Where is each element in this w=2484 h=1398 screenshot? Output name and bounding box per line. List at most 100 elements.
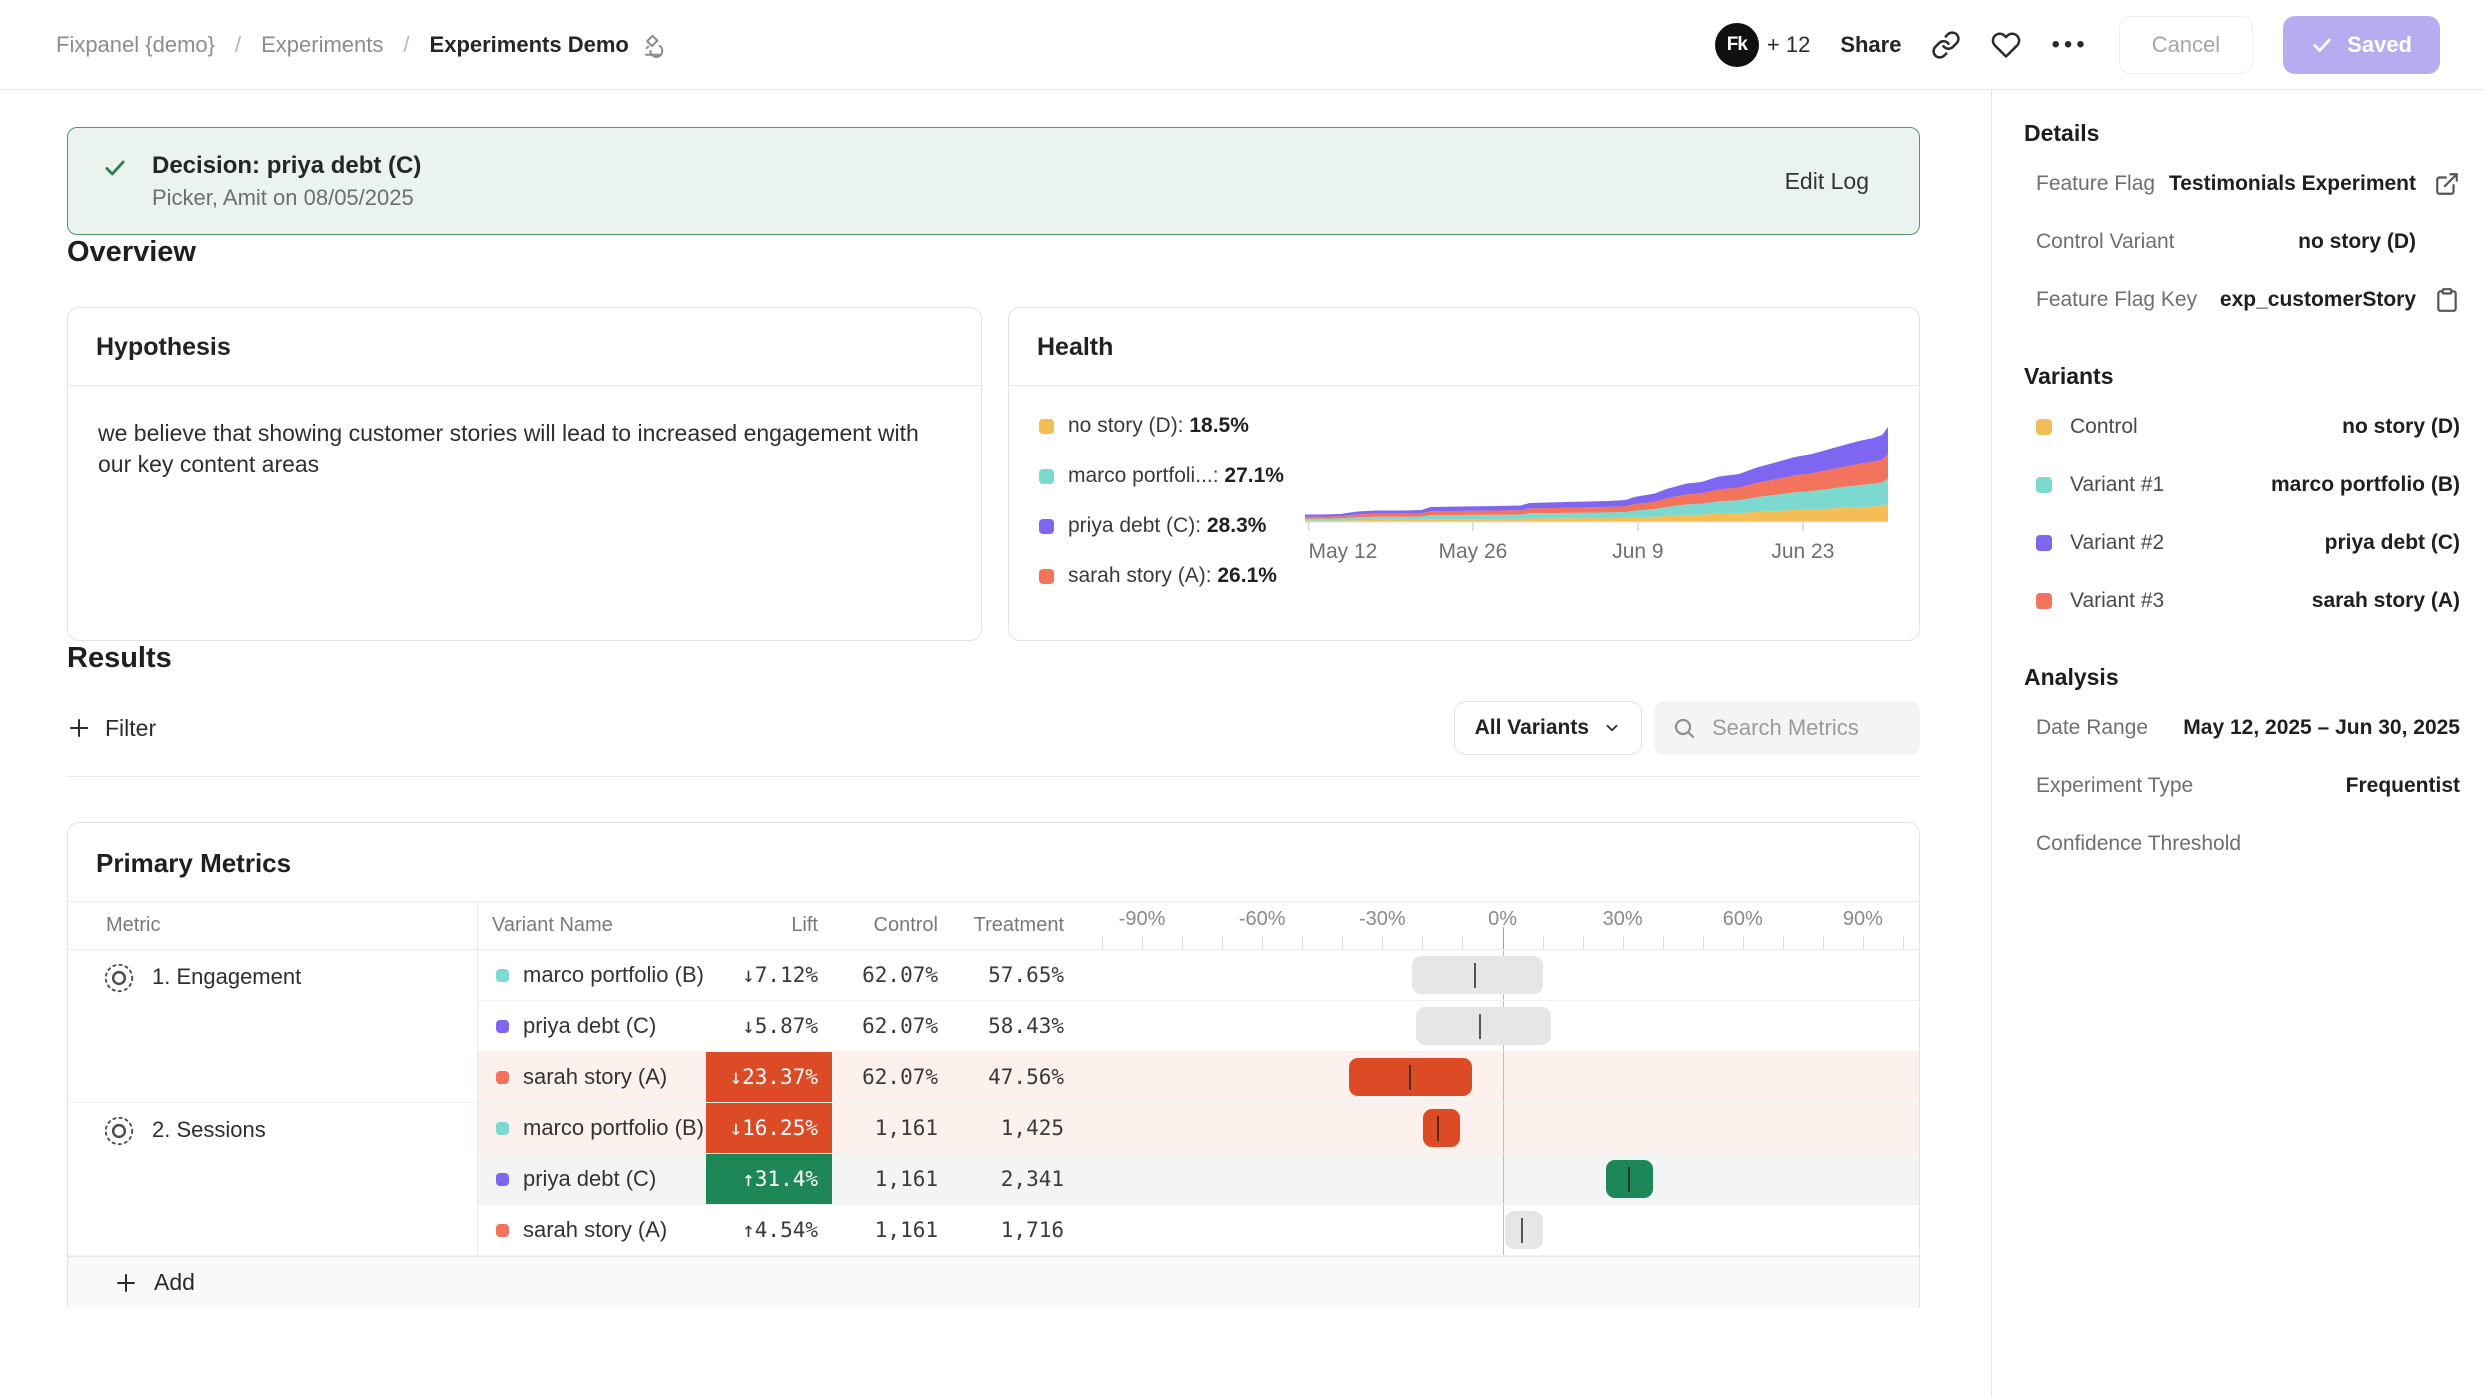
favorite-heart-icon[interactable] [1991, 30, 2021, 60]
variant-color-chip [496, 1122, 509, 1135]
variant-value: no story (D) [2342, 415, 2460, 439]
variant-value: marco portfolio (B) [2271, 473, 2460, 497]
share-button[interactable]: Share [1840, 32, 1901, 58]
zero-line [1503, 1205, 1504, 1255]
legend-swatch [1039, 519, 1054, 534]
breadcrumb-experiments[interactable]: Experiments [261, 32, 383, 58]
svg-text:May 12: May 12 [1309, 540, 1378, 563]
svg-text:Jun 23: Jun 23 [1771, 540, 1834, 563]
sidebar-section-details: Details Feature FlagTestimonials Experim… [2024, 120, 2460, 329]
control-value-cell: 1,161 [832, 1154, 952, 1205]
lift-point-tick [1474, 963, 1476, 988]
variant-name-cell[interactable]: priya debt (C) [478, 1001, 706, 1052]
variant-name-cell[interactable]: marco portfolio (B) [478, 950, 706, 1001]
confidence-interval-bar [1416, 1007, 1551, 1045]
lift-point-tick [1521, 1218, 1523, 1243]
legend-label: sarah story (A): 26.1% [1068, 564, 1277, 588]
analysis-value: May 12, 2025 – Jun 30, 2025 [2183, 716, 2460, 740]
analysis-label: Experiment Type [2036, 774, 2193, 798]
analysis-row: Experiment TypeFrequentist [2024, 757, 2460, 815]
legend-label: no story (D): 18.5% [1068, 414, 1249, 438]
variant-color-chip [496, 1020, 509, 1033]
health-area-chart: May 12May 26Jun 9Jun 23 [1305, 414, 1911, 614]
axis-tick-label: 60% [1723, 908, 1763, 931]
plus-icon [114, 1271, 138, 1295]
variant-name: priya debt (C) [523, 1166, 656, 1192]
axis-tick [1382, 936, 1383, 949]
axis-tick [1462, 936, 1463, 949]
axis-tick [1703, 936, 1704, 949]
confidence-interval-bar [1505, 1211, 1543, 1249]
more-options-icon[interactable]: ••• [2051, 31, 2088, 59]
decision-subtitle: Picker, Amit on 08/05/2025 [152, 183, 421, 213]
lift-point-tick [1437, 1116, 1439, 1141]
column-header-treatment: Treatment [952, 902, 1078, 950]
breadcrumb: Fixpanel {demo} / Experiments / Experime… [56, 32, 665, 58]
cancel-button[interactable]: Cancel [2119, 16, 2253, 74]
variant-name-cell[interactable]: sarah story (A) [478, 1052, 706, 1103]
variant-slot-label: Control [2070, 415, 2138, 439]
metrics-table: MetricVariant NameLiftControlTreatment-9… [68, 902, 1919, 1308]
metric-cell[interactable]: 1. Engagement [68, 950, 478, 1103]
svg-text:Jun 9: Jun 9 [1612, 540, 1663, 563]
axis-tick [1903, 936, 1904, 949]
decision-banner: Decision: priya debt (C) Picker, Amit on… [67, 127, 1920, 235]
variant-row: Control no story (D) [2024, 398, 2460, 456]
axis-tick [1863, 936, 1864, 949]
variant-color-chip [2036, 535, 2052, 551]
health-card: Health no story (D): 18.5%marco portfoli… [1008, 307, 1920, 641]
variants-heading: Variants [2024, 363, 2460, 390]
page-title: Experiments Demo [430, 32, 629, 58]
primary-metrics-card: Primary Metrics MetricVariant NameLiftCo… [67, 822, 1920, 1308]
analysis-label: Date Range [2036, 716, 2148, 740]
add-filter-button[interactable]: Filter [67, 715, 156, 742]
metric-name: 2. Sessions [152, 1114, 266, 1146]
variants-filter-dropdown[interactable]: All Variants [1454, 701, 1642, 755]
confidence-interval-cell [1078, 1052, 1919, 1103]
axis-tick [1623, 936, 1624, 949]
search-metrics-input[interactable] [1710, 714, 1900, 742]
external-link-icon[interactable] [2416, 171, 2460, 197]
variant-name: priya debt (C) [523, 1013, 656, 1039]
health-legend-item: marco portfoli...: 27.1% [1039, 464, 1305, 488]
axis-tick-label: -30% [1359, 908, 1406, 931]
variant-name-cell[interactable]: priya debt (C) [478, 1154, 706, 1205]
confidence-interval-cell [1078, 1154, 1919, 1205]
copy-link-icon[interactable] [1931, 30, 1961, 60]
details-heading: Details [2024, 120, 2460, 147]
variant-name: sarah story (A) [523, 1217, 667, 1243]
metric-name: 1. Engagement [152, 961, 301, 993]
avatar[interactable]: Fk [1715, 23, 1759, 67]
axis-tick-label: 90% [1843, 908, 1883, 931]
metric-cell[interactable]: 2. Sessions [68, 1103, 478, 1256]
divider [67, 776, 1920, 777]
variant-name-cell[interactable]: sarah story (A) [478, 1205, 706, 1256]
chevron-down-icon [1603, 719, 1621, 737]
variant-name: marco portfolio (B) [523, 1115, 704, 1141]
collaborators[interactable]: Fk + 12 [1715, 23, 1810, 67]
saved-button[interactable]: Saved [2283, 16, 2440, 74]
legend-label: marco portfoli...: 27.1% [1068, 464, 1284, 488]
treatment-value-cell: 1,425 [952, 1103, 1078, 1154]
add-metric-button[interactable]: Add [68, 1256, 1919, 1308]
variant-name: marco portfolio (B) [523, 962, 704, 988]
axis-tick [1743, 936, 1744, 949]
detail-label: Feature Flag Key [2036, 288, 2197, 312]
axis-tick-label: 30% [1603, 908, 1643, 931]
variant-value: sarah story (A) [2312, 589, 2460, 613]
clipboard-icon[interactable] [2416, 287, 2460, 313]
control-value-cell: 1,161 [832, 1103, 952, 1154]
breadcrumb-project[interactable]: Fixpanel {demo} [56, 32, 215, 58]
variant-name-cell[interactable]: marco portfolio (B) [478, 1103, 706, 1154]
details-sidebar: Details Feature FlagTestimonials Experim… [1992, 90, 2484, 1398]
lift-value-cell: ↓16.25% [706, 1103, 832, 1154]
decision-title: Decision: priya debt (C) [152, 149, 421, 183]
axis-tick [1663, 936, 1664, 949]
variant-color-chip [2036, 477, 2052, 493]
column-header-variant: Variant Name [478, 902, 706, 950]
hypothesis-card: Hypothesis we believe that showing custo… [67, 307, 982, 641]
edit-log-button[interactable]: Edit Log [1785, 168, 1869, 195]
confidence-interval-cell [1078, 1205, 1919, 1256]
control-value-cell: 62.07% [832, 1001, 952, 1052]
analysis-row: Confidence Threshold [2024, 815, 2460, 873]
